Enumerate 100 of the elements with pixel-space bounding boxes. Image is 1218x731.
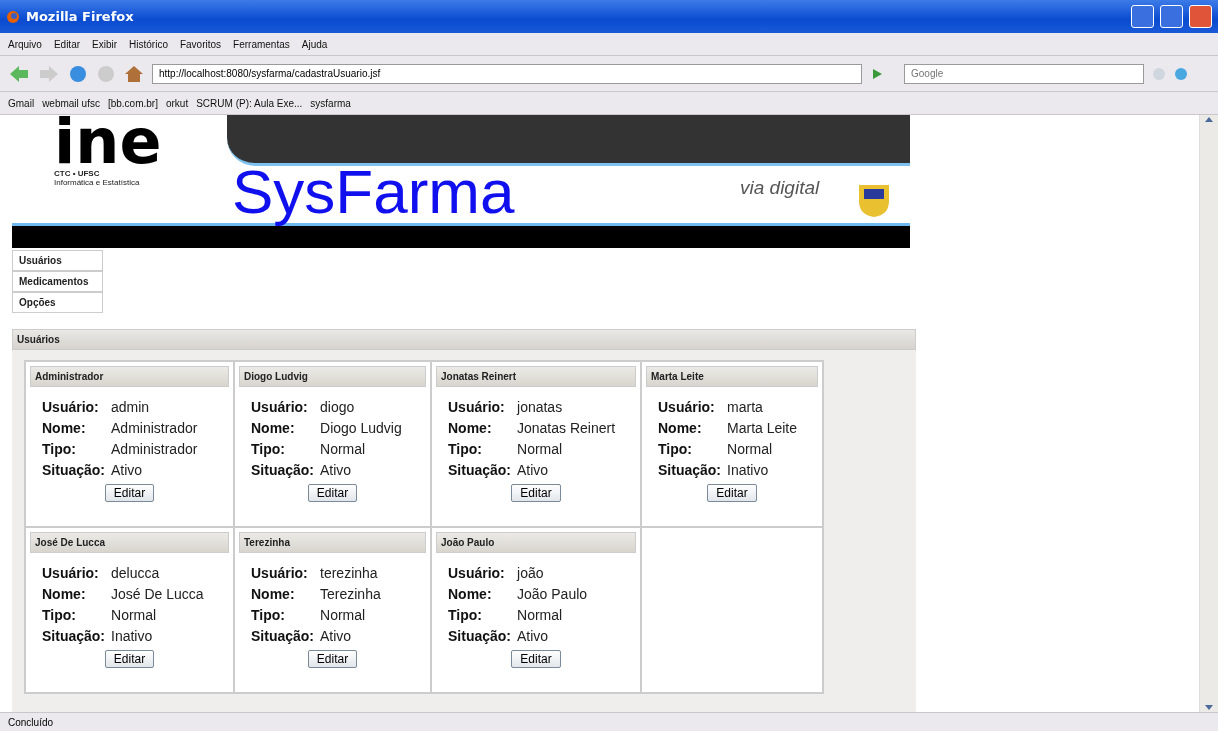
site-logo: ine xyxy=(54,115,163,169)
field-value: joão xyxy=(517,565,545,581)
bookmark-link[interactable]: orkut xyxy=(165,97,189,109)
field-label: Tipo: xyxy=(42,607,77,623)
menu-item[interactable]: Arquivo xyxy=(8,38,42,50)
card-header: Administrador xyxy=(30,366,229,387)
card-header: José De Lucca xyxy=(30,532,229,553)
bookmark-link[interactable]: webmail ufsc xyxy=(42,97,100,109)
panel-header: Usuários xyxy=(12,329,916,350)
field-value: terezinha xyxy=(320,565,379,581)
field-label: Tipo: xyxy=(448,441,483,457)
address-field[interactable]: http://localhost:8080/sysfarma/cadastraUsuario.jsf xyxy=(152,63,862,84)
back-icon[interactable] xyxy=(8,64,30,83)
field-label: Tipo: xyxy=(42,441,77,457)
nav-item[interactable]: Opções xyxy=(12,292,103,313)
field-value: jonatas xyxy=(517,399,564,415)
bookmark-link[interactable]: SCRUM (P): Aula Exe... xyxy=(196,97,303,109)
card-header: Terezinha xyxy=(239,532,426,553)
field-value: Administrador xyxy=(111,420,198,436)
edit-button[interactable]: Editar xyxy=(707,484,757,502)
field-value: Diogo Ludvig xyxy=(320,420,402,436)
search-field[interactable]: Google xyxy=(904,63,1144,84)
field-label: Tipo: xyxy=(448,607,483,623)
field-value: Terezinha xyxy=(320,586,381,602)
site-title: SysFarma xyxy=(232,159,515,225)
firefox-icon xyxy=(6,9,20,24)
field-value: Normal xyxy=(320,441,367,457)
field-label: Situação: xyxy=(448,628,511,644)
field-label: Usuário: xyxy=(42,565,100,581)
menu-item[interactable]: Favoritos xyxy=(179,38,222,50)
edit-button[interactable]: Editar xyxy=(511,484,561,502)
field-value: Normal xyxy=(111,607,158,623)
field-label: Situação: xyxy=(251,462,314,478)
field-value: delucca xyxy=(111,565,161,581)
menu-item[interactable]: Ajuda xyxy=(301,38,328,50)
field-value: José De Lucca xyxy=(111,586,204,602)
field-label: Situação: xyxy=(42,462,105,478)
field-value: diogo xyxy=(320,399,356,415)
menu-item[interactable]: Histórico xyxy=(129,38,168,50)
field-label: Nome: xyxy=(42,586,87,602)
field-value: Normal xyxy=(320,607,367,623)
close-button[interactable] xyxy=(1189,5,1212,28)
edit-button[interactable]: Editar xyxy=(307,650,358,668)
logo-caption: Informática e Estatística xyxy=(54,178,141,187)
nav-item[interactable]: Usuários xyxy=(12,250,103,271)
partner-logo: via digital xyxy=(740,177,820,199)
field-label: Situação: xyxy=(42,628,105,644)
field-label: Nome: xyxy=(251,586,296,602)
restore-button[interactable] xyxy=(1160,5,1183,28)
bookmark-link[interactable]: sysfarma xyxy=(310,97,351,109)
scrollbar[interactable] xyxy=(1199,115,1218,712)
field-label: Usuário: xyxy=(42,399,100,415)
field-value: Inativo xyxy=(727,462,770,478)
field-label: Nome: xyxy=(448,586,493,602)
field-label: Tipo: xyxy=(251,607,286,623)
field-label: Nome: xyxy=(42,420,87,436)
field-label: Situação: xyxy=(448,462,511,478)
go-icon[interactable] xyxy=(870,66,884,81)
field-value: Normal xyxy=(727,441,774,457)
field-value: Inativo xyxy=(111,628,154,644)
menu-item[interactable]: Exibir xyxy=(92,38,118,50)
edit-button[interactable]: Editar xyxy=(104,650,155,668)
field-value: Ativo xyxy=(111,462,144,478)
window-title: Mozilla Firefox xyxy=(26,9,135,24)
field-label: Usuário: xyxy=(658,399,716,415)
field-value: Jonatas Reinert xyxy=(517,420,616,436)
card-header: Jonatas Reinert xyxy=(436,366,636,387)
field-value: Ativo xyxy=(320,628,353,644)
field-label: Usuário: xyxy=(251,399,309,415)
field-label: Nome: xyxy=(658,420,703,436)
field-label: Situação: xyxy=(658,462,721,478)
field-value: admin xyxy=(111,399,151,415)
edit-button[interactable]: Editar xyxy=(511,650,561,668)
home-icon[interactable] xyxy=(124,63,144,84)
card-header: Marta Leite xyxy=(646,366,818,387)
bookmark-link[interactable]: [bb.com.br] xyxy=(107,97,158,109)
field-label: Tipo: xyxy=(251,441,286,457)
edit-button[interactable]: Editar xyxy=(307,484,358,502)
field-label: Usuário: xyxy=(448,565,506,581)
field-label: Nome: xyxy=(448,420,493,436)
field-label: Nome: xyxy=(251,420,296,436)
field-value: marta xyxy=(727,399,764,415)
minimize-button[interactable] xyxy=(1131,5,1154,28)
menu-item[interactable]: Ferramentas xyxy=(233,38,290,50)
edit-button[interactable]: Editar xyxy=(104,484,155,502)
card-header: Diogo Ludvig xyxy=(239,366,426,387)
field-label: Situação: xyxy=(251,628,314,644)
field-label: Usuário: xyxy=(448,399,506,415)
field-value: Marta Leite xyxy=(727,420,798,436)
menu-item[interactable]: Editar xyxy=(53,38,81,50)
logo-caption: CTC • UFSC xyxy=(54,169,101,178)
field-value: Normal xyxy=(517,441,564,457)
nav-item[interactable]: Medicamentos xyxy=(12,271,103,292)
status-text: Concluído xyxy=(0,712,1218,731)
field-value: João Paulo xyxy=(517,586,588,602)
field-label: Tipo: xyxy=(658,441,693,457)
field-value: Administrador xyxy=(111,441,198,457)
field-value: Ativo xyxy=(320,462,353,478)
bookmark-link[interactable]: Gmail xyxy=(8,97,35,109)
field-value: Ativo xyxy=(517,462,550,478)
